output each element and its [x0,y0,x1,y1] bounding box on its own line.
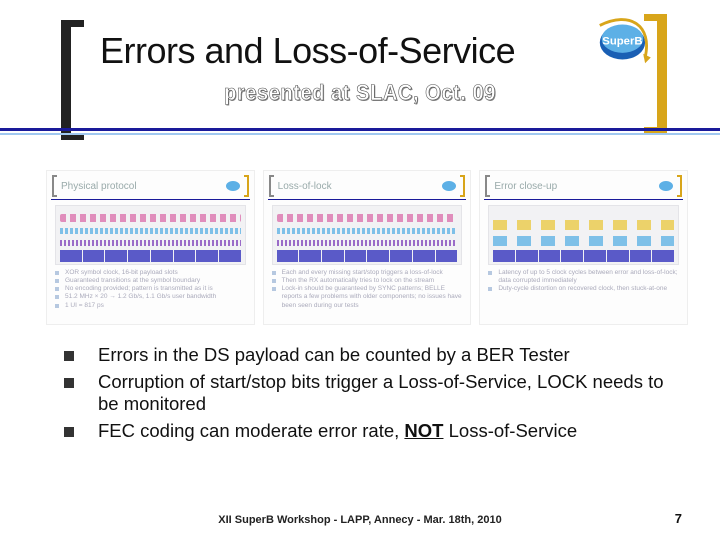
left-bracket-icon [60,20,90,138]
list-item: 1 UI = 817 ps [55,302,246,310]
waveform-icon [272,205,463,265]
thumbnail-title: Error close-up [491,181,658,192]
footer-center: XII SuperB Workshop - LAPP, Annecy - Mar… [218,514,501,526]
left-bracket-icon [484,175,491,197]
main-bullets: Errors in the DS payload can be counted … [64,344,672,446]
list-item: Each and every missing start/stop trigge… [272,269,463,277]
list-item: Latency of up to 5 clock cycles between … [488,269,679,285]
slide: Errors and Loss-of-Service SuperB presen… [0,0,720,540]
svg-text:SuperB: SuperB [602,35,642,47]
thumbnail-notes: XOR symbol clock, 16-bit payload slots G… [55,269,246,310]
subtitle: presented at SLAC, Oct. 09 [224,80,496,106]
superb-logo-icon [225,179,243,193]
waveform-icon [488,205,679,265]
list-item: FEC coding can moderate error rate, NOT … [64,420,672,443]
page-number: 7 [675,511,682,526]
list-item: Guaranteed transitions at the symbol bou… [55,277,246,285]
thumbnail-title: Physical protocol [58,181,225,192]
list-item: Corruption of start/stop bits trigger a … [64,371,672,416]
list-item: XOR symbol clock, 16-bit payload slots [55,269,246,277]
thumbnail-physical-protocol: Physical protocol XOR symbol clock, 16-b… [46,170,255,325]
left-bracket-icon [268,175,275,197]
page-title: Errors and Loss-of-Service [74,28,515,72]
thumbnail-row: Physical protocol XOR symbol clock, 16-b… [46,170,688,325]
right-bracket-icon [243,175,250,197]
list-item: No encoding provided; pattern is transmi… [55,285,246,293]
thumbnail-title: Loss-of-lock [275,181,442,192]
list-item: Errors in the DS payload can be counted … [64,344,672,367]
superb-logo-icon [441,179,459,193]
superb-logo-icon [658,179,676,193]
right-bracket-icon [459,175,466,197]
bullet-text: FEC coding can moderate error rate, [98,420,404,441]
header-rule [0,128,720,140]
bullet-emph: NOT [404,420,443,441]
header: Errors and Loss-of-Service SuperB presen… [0,0,720,150]
list-item: Then the RX automatically tries to lock … [272,277,463,285]
thumbnail-error-closeup: Error close-up Latency of up to 5 clock … [479,170,688,325]
waveform-icon [55,205,246,265]
list-item: 51.2 MHz × 20 → 1.2 Gb/s, 1.1 Gb/s user … [55,293,246,301]
thumbnail-notes: Each and every missing start/stop trigge… [272,269,463,310]
list-item: Duty-cycle distortion on recovered clock… [488,285,679,293]
right-bracket-icon [638,14,668,132]
bullet-text: Loss-of-Service [443,420,577,441]
right-bracket-icon [676,175,683,197]
bullet-text: Corruption of start/stop bits trigger a … [98,371,664,415]
bullet-text: Errors in the DS payload can be counted … [98,344,570,365]
thumbnail-loss-of-lock: Loss-of-lock Each and every missing star… [263,170,472,325]
thumbnail-notes: Latency of up to 5 clock cycles between … [488,269,679,293]
list-item: Lock-in should be guaranteed by SYNC pat… [272,285,463,309]
left-bracket-icon [51,175,58,197]
